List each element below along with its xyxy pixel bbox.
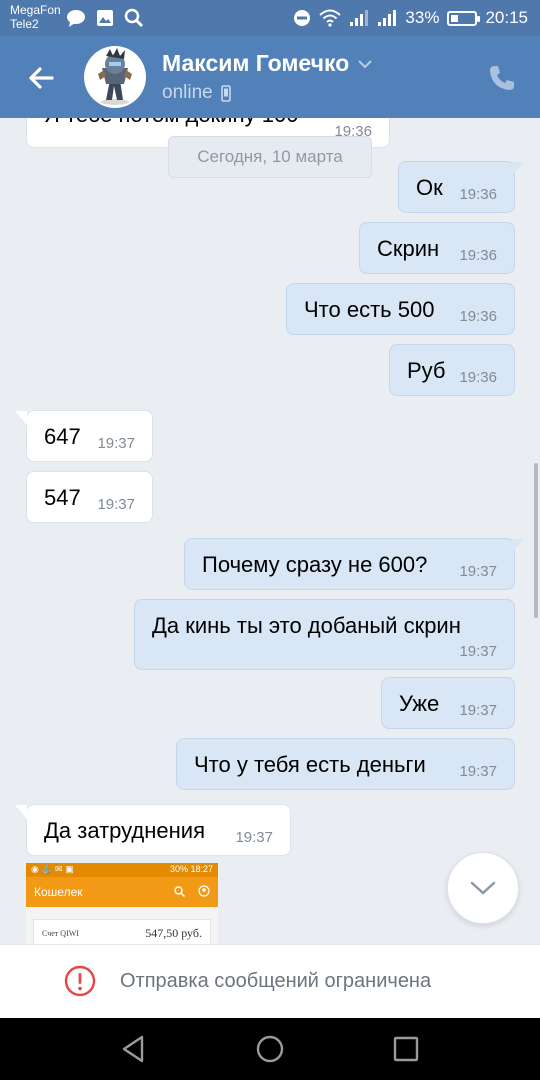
message-text: 647 [44,424,81,449]
message-text: Ок [416,175,443,200]
attachment-balance: 547,50 руб. [145,926,202,940]
message-list[interactable]: Я тебе потом докину 100 19:36 Сегодня, 1… [0,118,540,944]
wifi-icon [319,9,342,27]
scrollbar[interactable] [534,463,538,618]
attachment-status-right: 30% 18:27 [170,864,213,876]
system-indicators: 33% 20:15 [293,8,528,28]
message-outgoing[interactable]: Уже 19:37 [381,677,515,729]
carrier-2: Tele2 [10,17,39,31]
bubble-tail [15,411,27,425]
chat-notification-icon [67,10,85,27]
nav-back-icon[interactable] [118,1033,150,1065]
chevron-down-icon [470,881,496,895]
back-arrow-icon[interactable] [22,58,62,98]
attachment-account-label: Счет QIWI [42,929,79,938]
attachment-time: 18:27 [190,864,213,874]
message-time: 19:37 [235,829,273,846]
attachment-title: Кошелек [34,885,83,899]
message-text: Что есть 500 [304,297,435,322]
carrier-1: MegaFon [10,3,61,17]
attachment-app-icons: ◉ ⚓ ✉ ▣ [31,864,74,874]
message-outgoing[interactable]: Ок 19:36 [398,161,524,213]
message-text: Почему сразу не 600? [202,552,428,577]
attachment-app-bar: Кошелек [26,877,218,907]
avatar-character-image [98,48,132,105]
message-incoming[interactable]: 547 19:37 [26,471,153,523]
message-text: Да затруднения [44,818,205,843]
message-time: 19:36 [459,186,497,203]
message-time: 19:37 [459,643,497,660]
signal-icon-1 [350,10,369,26]
message-time: 19:37 [459,563,497,580]
bubble-tail [15,805,27,819]
chat-header: Максим Гомечко online [0,36,540,118]
message-time: 19:37 [97,496,135,513]
message-text: Да кинь ты это добаный скрин [152,613,461,638]
signal-icon-2 [378,10,397,26]
attachment-search-icon [173,885,185,897]
attachment-profile-icon [198,884,210,897]
nav-home-icon[interactable] [254,1033,286,1065]
mobile-device-icon [220,84,231,102]
battery-icon [447,10,481,26]
message-time: 19:37 [97,435,135,452]
attachment-status-bar: ◉ ⚓ ✉ ▣ 30% 18:27 [26,863,218,877]
nav-recents-icon[interactable] [390,1033,422,1065]
online-status: online [162,82,213,103]
navigation-bar [0,1018,540,1080]
message-text: Скрин [377,236,440,261]
message-incoming[interactable]: Да затруднения 19:37 [15,804,291,856]
message-text: 547 [44,485,81,510]
avatar[interactable] [84,46,146,108]
restriction-bar: Отправка сообщений ограничена [0,944,540,1018]
search-notification-icon [124,8,144,28]
bubble-tail [512,162,524,176]
image-attachment[interactable]: ◉ ⚓ ✉ ▣ 30% 18:27 Кошелек Счет QIWI 547,… [26,863,218,944]
contact-status: online [162,82,231,104]
notification-icons [66,8,144,28]
message-outgoing[interactable]: Что у тебя есть деньги 19:37 [176,738,515,790]
message-incoming[interactable]: 647 19:37 [15,410,153,462]
message-time: 19:37 [459,702,497,719]
message-time: 19:36 [459,308,497,325]
message-time: 19:37 [459,763,497,780]
message-time: 19:36 [459,369,497,386]
chevron-down-icon [358,59,372,68]
clock: 20:15 [485,8,528,27]
message-time: 19:36 [459,247,497,264]
image-notification-icon [97,10,113,26]
message-text: Уже [399,691,440,716]
battery-level [451,14,459,22]
warning-icon [64,965,96,997]
bubble-tail [512,539,524,553]
message-outgoing[interactable]: Что есть 500 19:36 [286,283,515,335]
date-separator: Сегодня, 10 марта [168,136,372,178]
attachment-icons [173,884,210,900]
restriction-text: Отправка сообщений ограничена [120,970,432,992]
contact-name-button[interactable]: Максим Гомечко [162,50,373,77]
attachment-balance-card: Счет QIWI 547,50 руб. [33,919,211,944]
scroll-to-bottom-button[interactable] [447,852,519,924]
attachment-battery: 30% [169,864,188,874]
do-not-disturb-icon [294,10,311,26]
message-text: Руб [407,358,446,383]
phone-call-icon[interactable] [486,62,518,94]
battery-percent: 33% [405,8,440,27]
message-outgoing[interactable]: Руб 19:36 [389,344,515,396]
contact-name: Максим Гомечко [162,50,350,76]
message-outgoing[interactable]: Да кинь ты это добаный скрин 19:37 [134,599,515,670]
message-outgoing[interactable]: Почему сразу не 600? 19:37 [184,538,524,590]
carrier-info: MegaFon Tele2 [10,3,61,31]
message-text: Что у тебя есть деньги [194,752,426,777]
status-bar: MegaFon Tele2 33% 20:15 [0,0,540,36]
message-text: Я тебе потом докину 100 [44,118,298,128]
message-outgoing[interactable]: Скрин 19:36 [359,222,515,274]
